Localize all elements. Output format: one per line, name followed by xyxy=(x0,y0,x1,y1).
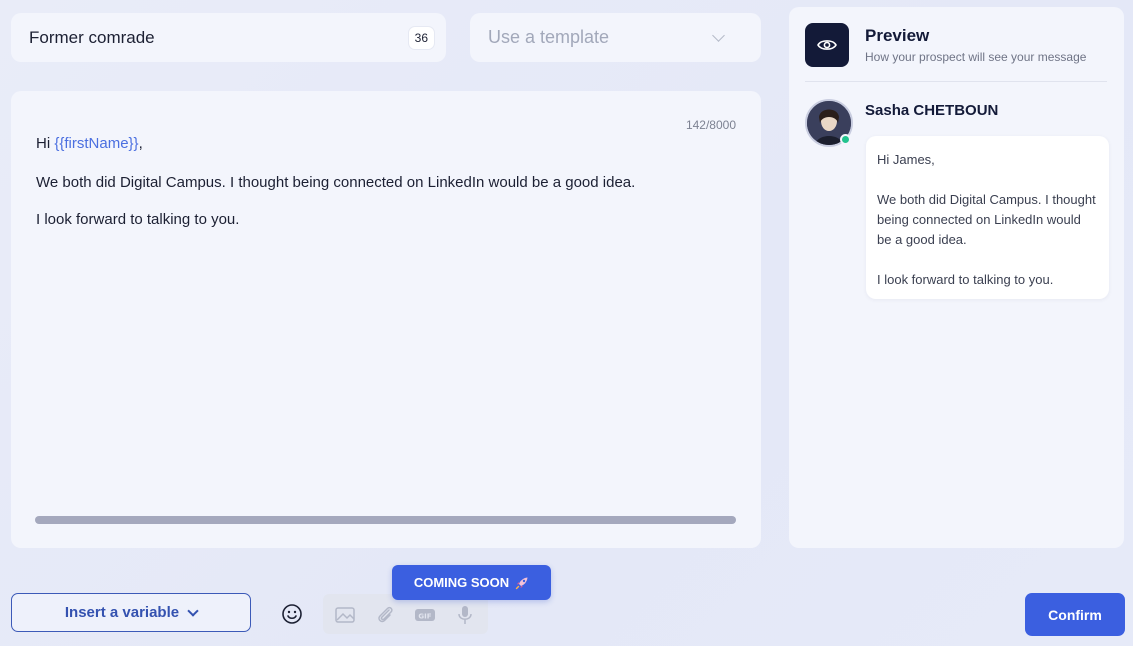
template-select-placeholder: Use a template xyxy=(488,27,610,47)
media-tools-disabled: GIF xyxy=(323,594,488,634)
sender-name: Sasha CHETBOUN xyxy=(865,102,999,119)
microphone-icon xyxy=(458,606,472,624)
bubble-greeting: Hi James, xyxy=(877,152,935,167)
online-status-dot xyxy=(840,134,851,145)
horizontal-scrollbar[interactable] xyxy=(35,516,736,524)
insert-variable-button[interactable]: Insert a variable xyxy=(11,593,251,632)
preview-divider xyxy=(805,81,1107,82)
emoji-icon[interactable] xyxy=(281,603,303,625)
character-counter: 142/8000 xyxy=(685,118,736,132)
template-select[interactable]: Use a template xyxy=(470,13,761,62)
eye-icon xyxy=(817,40,837,50)
greeting-prefix: Hi xyxy=(36,135,55,152)
bubble-closing: I look forward to talking to you. xyxy=(877,272,1054,287)
message-name-field[interactable]: Former comrade 36 xyxy=(11,13,446,62)
first-name-variable[interactable]: {{firstName}} xyxy=(54,135,138,152)
message-editor[interactable]: 142/8000 Hi {{firstName}}, We both did D… xyxy=(11,91,761,548)
rocket-icon xyxy=(515,577,528,589)
preview-panel: Preview How your prospect will see your … xyxy=(789,7,1124,548)
chevron-down-icon xyxy=(187,604,199,617)
bubble-body: We both did Digital Campus. I thought be… xyxy=(877,192,1096,247)
char-count-badge: 36 xyxy=(408,26,434,49)
editor-line-closing[interactable]: I look forward to talking to you. xyxy=(36,211,239,228)
gif-icon: GIF xyxy=(415,609,435,621)
eye-icon-box xyxy=(805,23,849,67)
paperclip-icon xyxy=(378,606,393,623)
editor-line-body[interactable]: We both did Digital Campus. I thought be… xyxy=(36,174,635,191)
message-name-value[interactable]: Former comrade xyxy=(29,28,409,48)
confirm-button[interactable]: Confirm xyxy=(1025,593,1125,636)
insert-variable-label: Insert a variable xyxy=(64,604,180,621)
message-bubble: Hi James, We both did Digital Campus. I … xyxy=(866,136,1109,299)
svg-text:GIF: GIF xyxy=(418,613,431,621)
image-icon xyxy=(335,607,355,623)
coming-soon-badge: COMING SOON xyxy=(392,565,551,600)
preview-title: Preview xyxy=(865,26,930,45)
preview-subtitle: How your prospect will see your message xyxy=(865,50,1087,64)
greeting-suffix: , xyxy=(138,135,143,152)
coming-soon-label: COMING SOON xyxy=(413,575,510,590)
editor-line-greeting[interactable]: Hi {{firstName}}, xyxy=(36,135,143,152)
